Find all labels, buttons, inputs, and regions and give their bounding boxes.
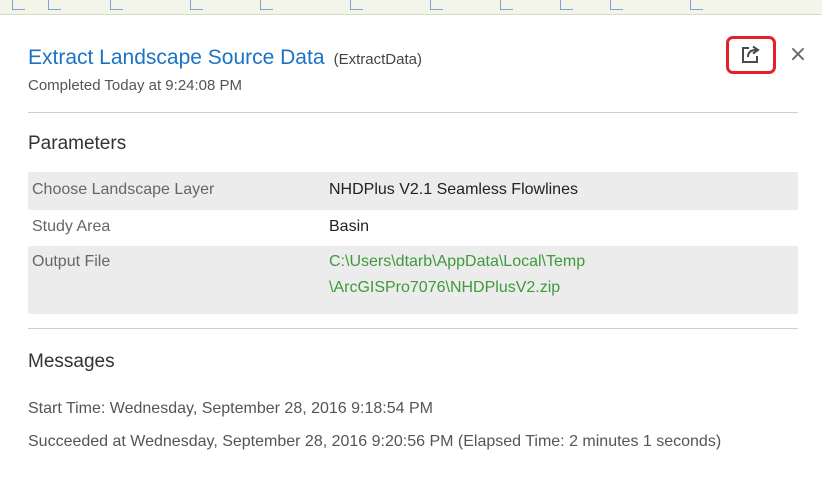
header-actions: ×: [724, 36, 814, 76]
message-item: Start Time: Wednesday, September 28, 201…: [28, 400, 433, 417]
messages-heading: Messages: [28, 351, 115, 372]
close-button[interactable]: ×: [787, 39, 809, 69]
divider: [28, 328, 798, 329]
map-background-strip: [0, 0, 822, 15]
open-in-new-window-button[interactable]: [726, 36, 776, 74]
parameter-value: NHDPlus V2.1 Seamless Flowlines: [329, 181, 578, 198]
output-file-path-line: \ArcGISPro7076\NHDPlusV2.zip: [329, 279, 561, 296]
parameters-heading: Parameters: [28, 133, 127, 154]
output-file-link[interactable]: C:\Users\dtarb\AppData\Local\Temp \ArcGI…: [329, 246, 798, 314]
open-in-new-window-icon: [742, 45, 760, 63]
parameter-row: Choose Landscape Layer NHDPlus V2.1 Seam…: [28, 172, 798, 210]
completion-status: Completed Today at 9:24:08 PM: [28, 77, 243, 94]
parameter-label: Choose Landscape Layer: [32, 181, 215, 198]
parameter-value: Basin: [329, 218, 370, 235]
tool-header: Extract Landscape Source Data (ExtractDa…: [28, 46, 782, 94]
message-item: Succeeded at Wednesday, September 28, 20…: [28, 433, 722, 450]
output-file-path-line: C:\Users\dtarb\AppData\Local\Temp: [329, 253, 586, 270]
parameters-table: Choose Landscape Layer NHDPlus V2.1 Seam…: [28, 172, 798, 314]
divider: [28, 112, 798, 113]
parameter-row: Output File C:\Users\dtarb\AppData\Local…: [28, 246, 798, 314]
tool-title-row: Extract Landscape Source Data (ExtractDa…: [28, 46, 782, 70]
tool-subtitle: (ExtractData): [333, 51, 422, 68]
messages-list: Start Time: Wednesday, September 28, 201…: [28, 395, 798, 461]
parameter-label: Output File: [32, 253, 111, 270]
tool-title: Extract Landscape Source Data: [28, 46, 325, 69]
parameter-label: Study Area: [32, 218, 111, 235]
parameter-row: Study Area Basin: [28, 210, 798, 246]
close-icon: ×: [788, 41, 808, 67]
